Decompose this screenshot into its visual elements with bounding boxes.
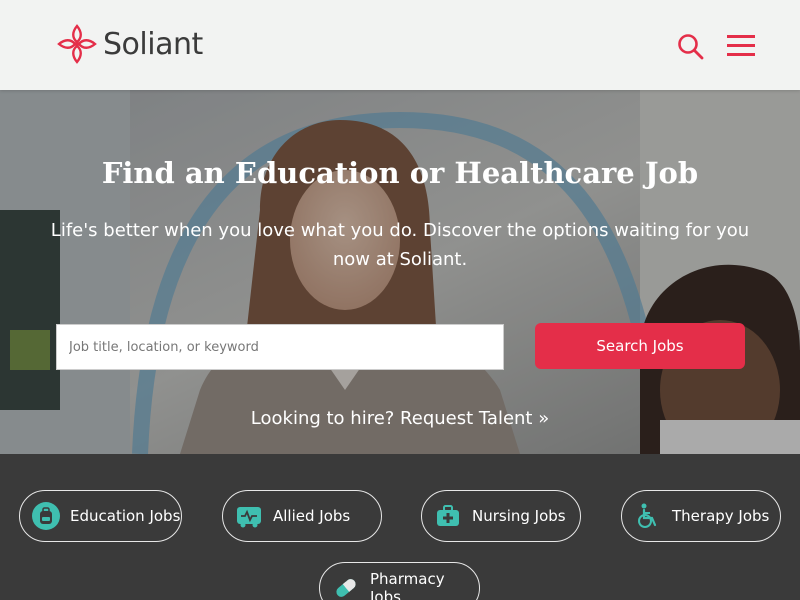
job-categories: Education Jobs Allied Jobs Nursing Jobs …: [0, 454, 800, 600]
site-header: Soliant: [0, 0, 800, 90]
hero-section: Find an Education or Healthcare Job Life…: [0, 90, 800, 454]
hero-title: Find an Education or Healthcare Job: [101, 156, 699, 190]
category-pharmacy-jobs[interactable]: Pharmacy Jobs: [319, 562, 480, 600]
medical-kit-icon: [434, 502, 462, 530]
brand-name: Soliant: [103, 26, 203, 62]
category-label: Nursing Jobs: [472, 507, 566, 525]
job-search-input[interactable]: [56, 324, 504, 370]
backpack-icon: [32, 502, 60, 530]
hamburger-menu-icon: [727, 35, 755, 56]
ambulance-icon: [235, 502, 263, 530]
category-label: Education Jobs: [70, 507, 181, 525]
category-label: Therapy Jobs: [672, 507, 770, 525]
header-menu-button[interactable]: [725, 32, 757, 60]
hero-subtitle: Life's better when you love what you do.…: [50, 220, 750, 270]
category-nursing-jobs[interactable]: Nursing Jobs: [421, 490, 581, 542]
soliant-logo[interactable]: Soliant: [55, 22, 203, 66]
pill-icon: [332, 574, 360, 600]
search-jobs-button[interactable]: Search Jobs: [535, 323, 745, 369]
category-label: Pharmacy Jobs: [370, 570, 445, 600]
category-therapy-jobs[interactable]: Therapy Jobs: [621, 490, 781, 542]
search-icon: [678, 34, 704, 60]
category-allied-jobs[interactable]: Allied Jobs: [222, 490, 382, 542]
logo-mark-icon: [57, 24, 97, 64]
category-label: Allied Jobs: [273, 507, 351, 525]
header-search-button[interactable]: [676, 32, 706, 62]
wheelchair-icon: [634, 502, 662, 530]
request-talent-link[interactable]: Looking to hire? Request Talent »: [0, 408, 800, 429]
category-education-jobs[interactable]: Education Jobs: [19, 490, 182, 542]
